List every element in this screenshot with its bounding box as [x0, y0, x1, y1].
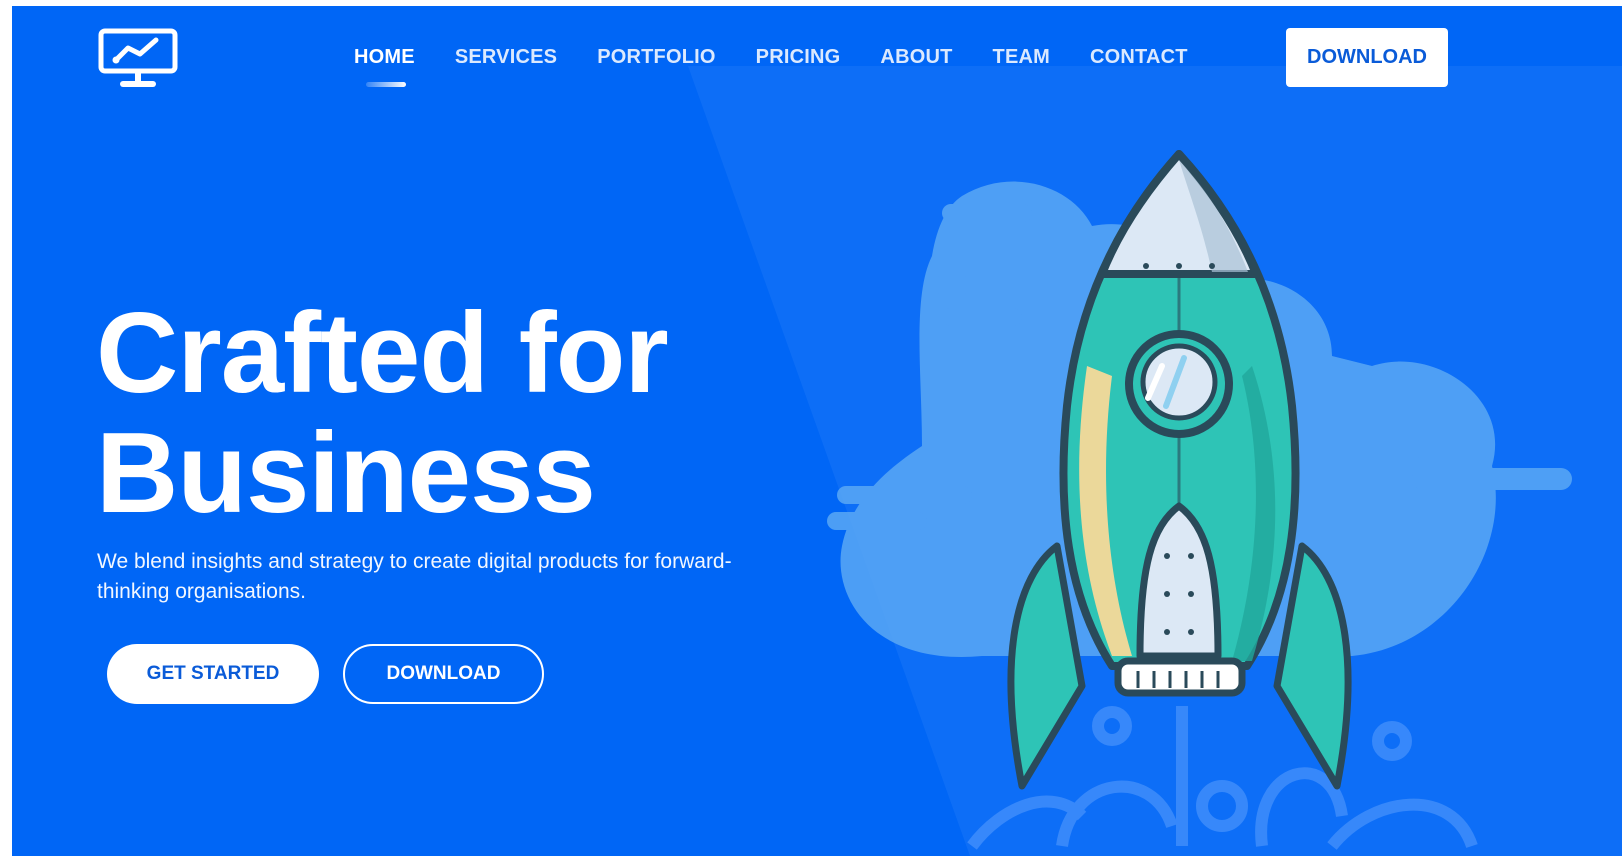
nav-item-portfolio[interactable]: PORTFOLIO: [597, 46, 715, 69]
rocket-illustration: [827, 150, 1572, 850]
nav-item-label: HOME: [354, 46, 415, 68]
hero-title: Crafted for Business: [96, 294, 796, 534]
nav-item-label: PORTFOLIO: [597, 46, 716, 68]
nav-item-label: PRICING: [755, 46, 841, 68]
nav-item-contact[interactable]: CONTACT: [1090, 46, 1188, 69]
nav-item-services[interactable]: SERVICES: [455, 46, 557, 69]
hero-title-line-2: Business: [96, 410, 596, 537]
hero-subtitle: We blend insights and strategy to create…: [97, 550, 732, 603]
nav-item-label: CONTACT: [1090, 46, 1188, 68]
hero-section: HOME SERVICES PORTFOLIO PRICING ABOUT TE…: [12, 6, 1622, 856]
active-indicator: [366, 82, 406, 87]
monitor-chart-icon: [98, 28, 178, 87]
nav-item-label: ABOUT: [880, 46, 953, 68]
get-started-button[interactable]: GET STARTED: [107, 644, 319, 704]
hero-download-button[interactable]: DOWNLOAD: [343, 644, 544, 704]
logo[interactable]: [98, 28, 182, 92]
nav-item-about[interactable]: ABOUT: [880, 46, 952, 69]
hero-title-line-1: Crafted for: [96, 290, 669, 417]
nav-item-label: SERVICES: [454, 46, 558, 68]
nav-item-team[interactable]: TEAM: [993, 46, 1050, 69]
nav-item-home[interactable]: HOME: [354, 46, 415, 87]
main-nav: HOME SERVICES PORTFOLIO PRICING ABOUT TE…: [354, 46, 1228, 87]
header-download-button[interactable]: DOWNLOAD: [1286, 28, 1448, 87]
nav-item-pricing[interactable]: PRICING: [756, 46, 841, 69]
nav-item-label: TEAM: [992, 46, 1050, 68]
